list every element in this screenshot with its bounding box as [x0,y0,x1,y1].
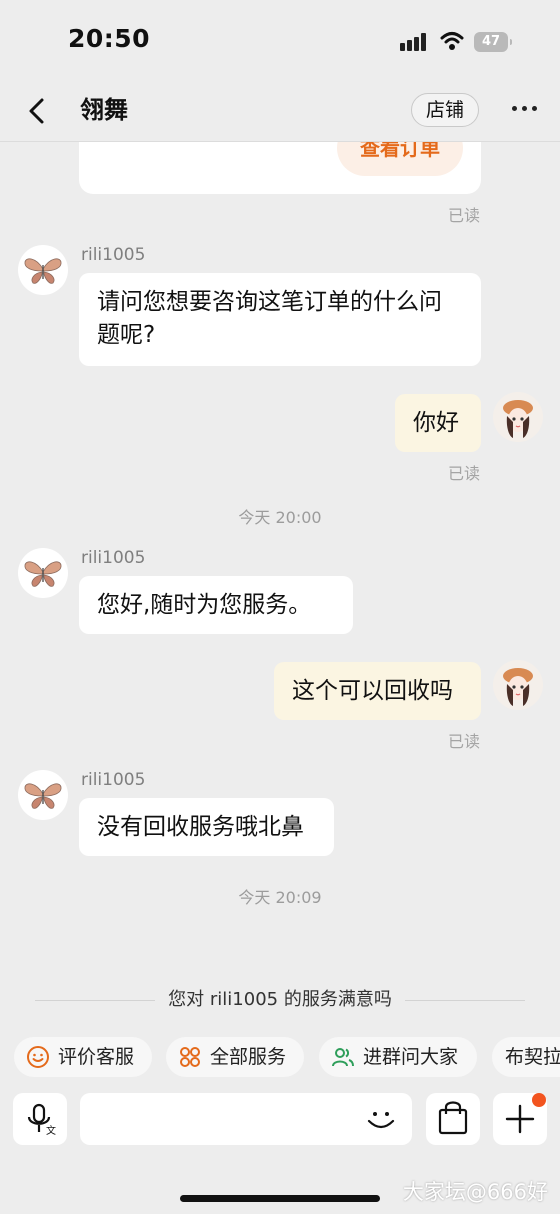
user-avatar[interactable] [493,392,543,442]
shopping-bag-icon [438,1101,468,1135]
more-options-icon[interactable] [510,106,540,114]
message-bubble[interactable]: 这个可以回收吗 [274,662,481,720]
chip-label: 全部服务 [210,1046,287,1068]
wifi-icon [440,32,464,50]
message-input[interactable] [80,1093,412,1145]
status-bar: 20:50 47 [0,0,560,84]
battery-icon: 47 [474,32,512,52]
agent-avatar[interactable] [18,770,68,820]
grid-icon [180,1047,200,1067]
butterfly-icon [24,561,62,587]
message-bubble[interactable]: 你好 [395,394,481,452]
chip-label: 进群问大家 [363,1046,459,1068]
sender-name: rili1005 [81,245,146,265]
brand-chip[interactable]: 布契拉 [492,1037,560,1077]
read-receipt: 已读 [448,732,481,751]
sender-name: rili1005 [81,770,146,790]
group-icon [332,1048,354,1067]
satisfaction-text: 您对 rili1005 的服务满意吗 [168,989,392,1010]
notification-dot [532,1093,546,1107]
store-button[interactable]: 店铺 [411,93,479,127]
time-stamp: 今天 20:00 [238,508,322,527]
message-bubble[interactable]: 请问您想要咨询这笔订单的什么问题呢? [79,273,481,366]
agent-avatar[interactable] [18,245,68,295]
user-avatar-icon [503,400,533,438]
shopping-bag-button[interactable] [426,1093,480,1145]
sender-name: rili1005 [81,548,146,568]
home-indicator[interactable] [180,1195,380,1202]
back-arrow-icon[interactable] [24,96,50,126]
all-services-chip[interactable]: 全部服务 [166,1037,304,1077]
time-stamp: 今天 20:09 [238,888,322,907]
join-group-chip[interactable]: 进群问大家 [319,1037,477,1077]
chip-label: 布契拉 [505,1046,560,1068]
butterfly-icon [24,258,62,284]
cellular-signal-icon [400,33,426,51]
read-receipt: 已读 [448,464,481,483]
satisfaction-prompt[interactable]: 您对 rili1005 的服务满意吗 [35,988,525,1012]
smile-icon [27,1046,49,1068]
message-bubble[interactable]: 您好,随时为您服务。 [79,576,353,634]
butterfly-icon [24,783,62,809]
user-avatar[interactable] [493,660,543,710]
svg-text:文: 文 [46,1124,56,1137]
microphone-icon: 文 [27,1103,56,1137]
chat-header: 翎舞 店铺 [0,84,560,142]
voice-input-button[interactable]: 文 [13,1093,67,1145]
chip-label: 评价客服 [58,1046,135,1068]
message-bubble[interactable]: 没有回收服务哦北鼻 [79,798,334,856]
agent-avatar[interactable] [18,548,68,598]
user-avatar-icon [503,668,533,706]
rate-service-chip[interactable]: 评价客服 [14,1037,152,1077]
status-time: 20:50 [68,24,151,53]
read-receipt: 已读 [448,206,481,225]
watermark: 大家坛@666好 [402,1180,548,1204]
chat-title: 翎舞 [80,96,128,124]
emoji-icon[interactable] [364,1102,398,1136]
